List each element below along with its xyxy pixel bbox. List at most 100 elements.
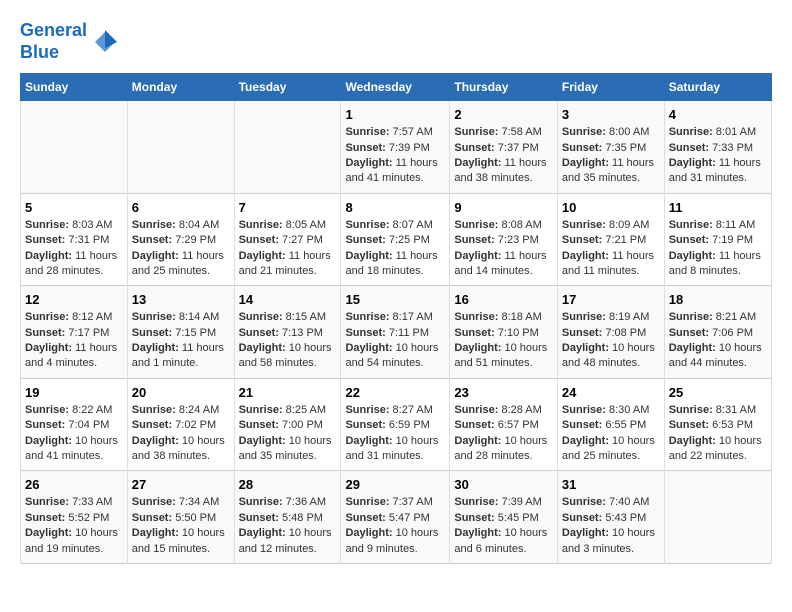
day-number: 15 bbox=[345, 292, 445, 307]
day-number: 8 bbox=[345, 200, 445, 215]
day-info: Sunrise: 8:24 AMSunset: 7:02 PMDaylight:… bbox=[132, 403, 230, 465]
calendar-day-cell: 25Sunrise: 8:31 AMSunset: 6:53 PMDayligh… bbox=[664, 378, 771, 471]
header-day: Tuesday bbox=[234, 74, 341, 101]
day-info: Sunrise: 7:40 AMSunset: 5:43 PMDaylight:… bbox=[562, 495, 660, 557]
day-info: Sunrise: 7:33 AMSunset: 5:52 PMDaylight:… bbox=[25, 495, 123, 557]
day-number: 6 bbox=[132, 200, 230, 215]
day-number: 29 bbox=[345, 477, 445, 492]
day-info: Sunrise: 8:09 AMSunset: 7:21 PMDaylight:… bbox=[562, 218, 660, 280]
calendar-day-cell: 11 Sunrise: 8:11 AMSunset: 7:19 PMDayligh… bbox=[664, 193, 771, 286]
calendar-day-cell: 15 Sunrise: 8:17 AMSunset: 7:11 PMDayligh… bbox=[341, 286, 450, 379]
day-number: 25 bbox=[669, 385, 767, 400]
calendar-day-cell: 14 Sunrise: 8:15 AMSunset: 7:13 PMDayligh… bbox=[234, 286, 341, 379]
calendar-week-row: 26 Sunrise: 7:33 AMSunset: 5:52 PMDayligh… bbox=[21, 471, 772, 564]
header-day: Friday bbox=[557, 74, 664, 101]
calendar-week-row: 19Sunrise: 8:22 AMSunset: 7:04 PMDayligh… bbox=[21, 378, 772, 471]
calendar-day-cell: 26 Sunrise: 7:33 AMSunset: 5:52 PMDayligh… bbox=[21, 471, 128, 564]
day-info: Sunrise: 8:03 AMSunset: 7:31 PMDaylight:… bbox=[25, 218, 123, 280]
calendar-day-cell bbox=[21, 101, 128, 194]
day-number: 14 bbox=[239, 292, 337, 307]
day-info: Sunrise: 8:17 AMSunset: 7:11 PMDaylight:… bbox=[345, 310, 445, 372]
day-info: Sunrise: 8:11 AMSunset: 7:19 PMDaylight:… bbox=[669, 218, 767, 280]
header-day: Thursday bbox=[450, 74, 558, 101]
logo-icon bbox=[91, 28, 119, 56]
calendar-day-cell: 28 Sunrise: 7:36 AMSunset: 5:48 PMDayligh… bbox=[234, 471, 341, 564]
day-number: 10 bbox=[562, 200, 660, 215]
calendar-day-cell: 1 Sunrise: 7:57 AMSunset: 7:39 PMDaylight… bbox=[341, 101, 450, 194]
calendar-day-cell: 12 Sunrise: 8:12 AMSunset: 7:17 PMDayligh… bbox=[21, 286, 128, 379]
calendar-day-cell: 19Sunrise: 8:22 AMSunset: 7:04 PMDayligh… bbox=[21, 378, 128, 471]
day-number: 1 bbox=[345, 107, 445, 122]
calendar-day-cell: 10 Sunrise: 8:09 AMSunset: 7:21 PMDayligh… bbox=[557, 193, 664, 286]
calendar-day-cell: 17Sunrise: 8:19 AMSunset: 7:08 PMDayligh… bbox=[557, 286, 664, 379]
calendar-day-cell: 13 Sunrise: 8:14 AMSunset: 7:15 PMDayligh… bbox=[127, 286, 234, 379]
calendar-day-cell bbox=[234, 101, 341, 194]
day-info: Sunrise: 8:21 AMSunset: 7:06 PMDaylight:… bbox=[669, 310, 767, 372]
day-number: 9 bbox=[454, 200, 553, 215]
calendar-day-cell: 3 Sunrise: 8:00 AMSunset: 7:35 PMDaylight… bbox=[557, 101, 664, 194]
header-day: Wednesday bbox=[341, 74, 450, 101]
day-number: 4 bbox=[669, 107, 767, 122]
day-info: Sunrise: 8:14 AMSunset: 7:15 PMDaylight:… bbox=[132, 310, 230, 372]
day-number: 31 bbox=[562, 477, 660, 492]
header-day: Sunday bbox=[21, 74, 128, 101]
calendar-day-cell: 27 Sunrise: 7:34 AMSunset: 5:50 PMDayligh… bbox=[127, 471, 234, 564]
calendar-day-cell: 23Sunrise: 8:28 AMSunset: 6:57 PMDayligh… bbox=[450, 378, 558, 471]
calendar-day-cell: 22Sunrise: 8:27 AMSunset: 6:59 PMDayligh… bbox=[341, 378, 450, 471]
day-number: 5 bbox=[25, 200, 123, 215]
day-number: 22 bbox=[345, 385, 445, 400]
calendar-day-cell: 18 Sunrise: 8:21 AMSunset: 7:06 PMDayligh… bbox=[664, 286, 771, 379]
calendar-week-row: 1 Sunrise: 7:57 AMSunset: 7:39 PMDaylight… bbox=[21, 101, 772, 194]
day-number: 18 bbox=[669, 292, 767, 307]
page-header: GeneralBlue bbox=[20, 20, 772, 63]
calendar-day-cell: 24 Sunrise: 8:30 AMSunset: 6:55 PMDayligh… bbox=[557, 378, 664, 471]
day-number: 13 bbox=[132, 292, 230, 307]
calendar-day-cell: 8 Sunrise: 8:07 AMSunset: 7:25 PMDaylight… bbox=[341, 193, 450, 286]
day-info: Sunrise: 8:25 AMSunset: 7:00 PMDaylight:… bbox=[239, 403, 337, 465]
day-info: Sunrise: 7:34 AMSunset: 5:50 PMDaylight:… bbox=[132, 495, 230, 557]
day-info: Sunrise: 8:00 AMSunset: 7:35 PMDaylight:… bbox=[562, 125, 660, 187]
day-info: Sunrise: 8:22 AMSunset: 7:04 PMDaylight:… bbox=[25, 403, 123, 465]
calendar-day-cell: 7Sunrise: 8:05 AMSunset: 7:27 PMDaylight… bbox=[234, 193, 341, 286]
day-info: Sunrise: 7:57 AMSunset: 7:39 PMDaylight:… bbox=[345, 125, 445, 187]
calendar-day-cell: 2Sunrise: 7:58 AMSunset: 7:37 PMDaylight… bbox=[450, 101, 558, 194]
day-info: Sunrise: 8:15 AMSunset: 7:13 PMDaylight:… bbox=[239, 310, 337, 372]
logo-text: GeneralBlue bbox=[20, 20, 87, 63]
header-row: SundayMondayTuesdayWednesdayThursdayFrid… bbox=[21, 74, 772, 101]
day-number: 24 bbox=[562, 385, 660, 400]
day-number: 2 bbox=[454, 107, 553, 122]
calendar-day-cell bbox=[664, 471, 771, 564]
calendar-day-cell: 21 Sunrise: 8:25 AMSunset: 7:00 PMDayligh… bbox=[234, 378, 341, 471]
day-number: 23 bbox=[454, 385, 553, 400]
calendar-day-cell: 29 Sunrise: 7:37 AMSunset: 5:47 PMDayligh… bbox=[341, 471, 450, 564]
day-info: Sunrise: 8:05 AMSunset: 7:27 PMDaylight:… bbox=[239, 218, 337, 280]
calendar-day-cell: 20 Sunrise: 8:24 AMSunset: 7:02 PMDayligh… bbox=[127, 378, 234, 471]
day-info: Sunrise: 8:07 AMSunset: 7:25 PMDaylight:… bbox=[345, 218, 445, 280]
day-number: 12 bbox=[25, 292, 123, 307]
calendar-table: SundayMondayTuesdayWednesdayThursdayFrid… bbox=[20, 73, 772, 564]
calendar-day-cell: 30Sunrise: 7:39 AMSunset: 5:45 PMDayligh… bbox=[450, 471, 558, 564]
day-number: 30 bbox=[454, 477, 553, 492]
day-number: 28 bbox=[239, 477, 337, 492]
day-info: Sunrise: 8:04 AMSunset: 7:29 PMDaylight:… bbox=[132, 218, 230, 280]
calendar-day-cell bbox=[127, 101, 234, 194]
calendar-day-cell: 31 Sunrise: 7:40 AMSunset: 5:43 PMDayligh… bbox=[557, 471, 664, 564]
day-number: 11 bbox=[669, 200, 767, 215]
day-info: Sunrise: 8:18 AMSunset: 7:10 PMDaylight:… bbox=[454, 310, 553, 372]
day-number: 20 bbox=[132, 385, 230, 400]
calendar-day-cell: 16Sunrise: 8:18 AMSunset: 7:10 PMDayligh… bbox=[450, 286, 558, 379]
day-number: 3 bbox=[562, 107, 660, 122]
day-info: Sunrise: 8:30 AMSunset: 6:55 PMDaylight:… bbox=[562, 403, 660, 465]
header-day: Monday bbox=[127, 74, 234, 101]
calendar-day-cell: 6 Sunrise: 8:04 AMSunset: 7:29 PMDaylight… bbox=[127, 193, 234, 286]
day-number: 26 bbox=[25, 477, 123, 492]
day-info: Sunrise: 8:12 AMSunset: 7:17 PMDaylight:… bbox=[25, 310, 123, 372]
day-info: Sunrise: 7:36 AMSunset: 5:48 PMDaylight:… bbox=[239, 495, 337, 557]
day-info: Sunrise: 8:08 AMSunset: 7:23 PMDaylight:… bbox=[454, 218, 553, 280]
day-number: 21 bbox=[239, 385, 337, 400]
header-day: Saturday bbox=[664, 74, 771, 101]
day-info: Sunrise: 7:37 AMSunset: 5:47 PMDaylight:… bbox=[345, 495, 445, 557]
day-info: Sunrise: 8:01 AMSunset: 7:33 PMDaylight:… bbox=[669, 125, 767, 187]
logo: GeneralBlue bbox=[20, 20, 119, 63]
day-number: 27 bbox=[132, 477, 230, 492]
